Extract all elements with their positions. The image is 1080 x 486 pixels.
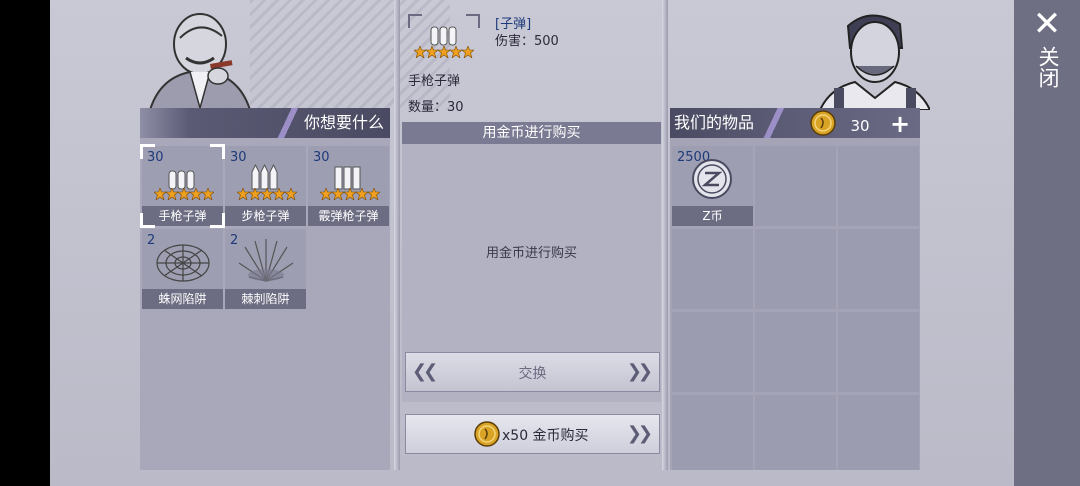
selected-item-frame — [408, 14, 480, 64]
empty-slot[interactable] — [755, 146, 836, 226]
empty-slot[interactable] — [755, 395, 836, 470]
item-cell-shotgun-shells[interactable]: 30 霰弹枪子弹 — [308, 146, 389, 226]
want-panel-title: 你想要什么 — [303, 113, 384, 132]
item-name: 手枪子弹 — [408, 74, 461, 89]
header-decoration — [756, 108, 796, 138]
item-quantity: 数量：30 — [408, 100, 464, 115]
spider-web-trap-icon — [156, 244, 210, 282]
close-label[interactable]: 关闭 — [1034, 46, 1060, 88]
item-label: 棘刺陷阱 — [225, 289, 306, 309]
panel-divider — [662, 0, 668, 470]
pistol-bullets-icon — [168, 170, 195, 190]
exchange-button[interactable]: ❮❮ 交换 ❯❯ — [405, 352, 660, 392]
selection-corner — [140, 213, 155, 228]
item-label: 步枪子弹 — [225, 206, 306, 226]
item-cell-pistol-bullets[interactable]: 30 手枪子弹 — [140, 144, 225, 228]
buy-with-coins-button[interactable]: x50 金币购买 ❯❯ — [405, 414, 660, 454]
close-bar[interactable]: ✕ 关闭 — [1014, 0, 1080, 486]
buy-hint: 用金币进行购买 — [485, 246, 577, 261]
want-panel-header: 你想要什么 — [140, 108, 390, 138]
buy-button-label: x50 金币购买 — [502, 428, 589, 444]
coin-balance: 30 — [850, 117, 870, 135]
rarity-stars — [414, 46, 474, 58]
item-cell-thorn-trap[interactable]: 2 棘刺陷阱 — [225, 229, 306, 309]
close-icon[interactable]: ✕ — [1029, 6, 1065, 42]
item-count: 30 — [230, 150, 247, 165]
chevron-right-icon: ❯❯ — [626, 423, 653, 444]
thorn-trap-icon — [238, 239, 294, 282]
buy-header: 用金币进行购买 — [402, 122, 661, 144]
trade-screen: 你想要什么 30 手枪子弹 30 步枪子弹 30 霰弹枪子弹 2 蛛网陷阱 2 … — [50, 0, 1014, 486]
selection-corner — [210, 144, 225, 159]
item-label: Z币 — [672, 206, 753, 226]
item-count: 30 — [313, 150, 330, 165]
empty-slot[interactable] — [838, 229, 919, 309]
empty-slot[interactable] — [755, 229, 836, 309]
our-item-cell-z-coin[interactable]: 2500 Z币 — [672, 146, 753, 226]
chevron-right-icon: ❯❯ — [626, 361, 653, 382]
empty-slot[interactable] — [672, 312, 753, 392]
trader-portrait — [148, 13, 252, 110]
selection-corner — [210, 213, 225, 228]
empty-slot[interactable] — [755, 312, 836, 392]
player-portrait — [820, 14, 930, 110]
empty-slot[interactable] — [838, 312, 919, 392]
exchange-label: 交换 — [518, 366, 547, 382]
rarity-stars — [320, 188, 380, 200]
pistol-bullets-icon — [430, 26, 457, 46]
shotgun-shells-icon — [334, 166, 361, 190]
item-cell-spider-web-trap[interactable]: 2 蛛网陷阱 — [142, 229, 223, 309]
our-items-header: 我们的物品 — [670, 108, 920, 138]
buy-header-text: 用金币进行购买 — [482, 125, 581, 141]
z-coin-icon — [692, 159, 732, 199]
empty-slot[interactable] — [838, 395, 919, 470]
selection-corner — [140, 144, 155, 159]
empty-slot[interactable] — [672, 229, 753, 309]
empty-slot[interactable] — [838, 146, 919, 226]
our-items-title: 我们的物品 — [674, 113, 755, 132]
frame-corner — [466, 14, 480, 28]
empty-slot[interactable] — [672, 395, 753, 470]
gold-coin-icon — [810, 110, 836, 136]
item-cell-rifle-bullets[interactable]: 30 步枪子弹 — [225, 146, 306, 226]
panel-divider — [394, 0, 400, 470]
rifle-bullets-icon — [251, 164, 278, 190]
rarity-stars — [154, 188, 214, 200]
add-coins-icon[interactable]: + — [888, 111, 912, 137]
item-label: 蛛网陷阱 — [142, 289, 223, 309]
frame-corner — [408, 14, 422, 28]
gold-coin-icon — [474, 421, 500, 447]
item-label: 霰弹枪子弹 — [308, 206, 389, 226]
rarity-stars — [237, 188, 297, 200]
item-damage: 伤害：500 — [495, 34, 559, 49]
